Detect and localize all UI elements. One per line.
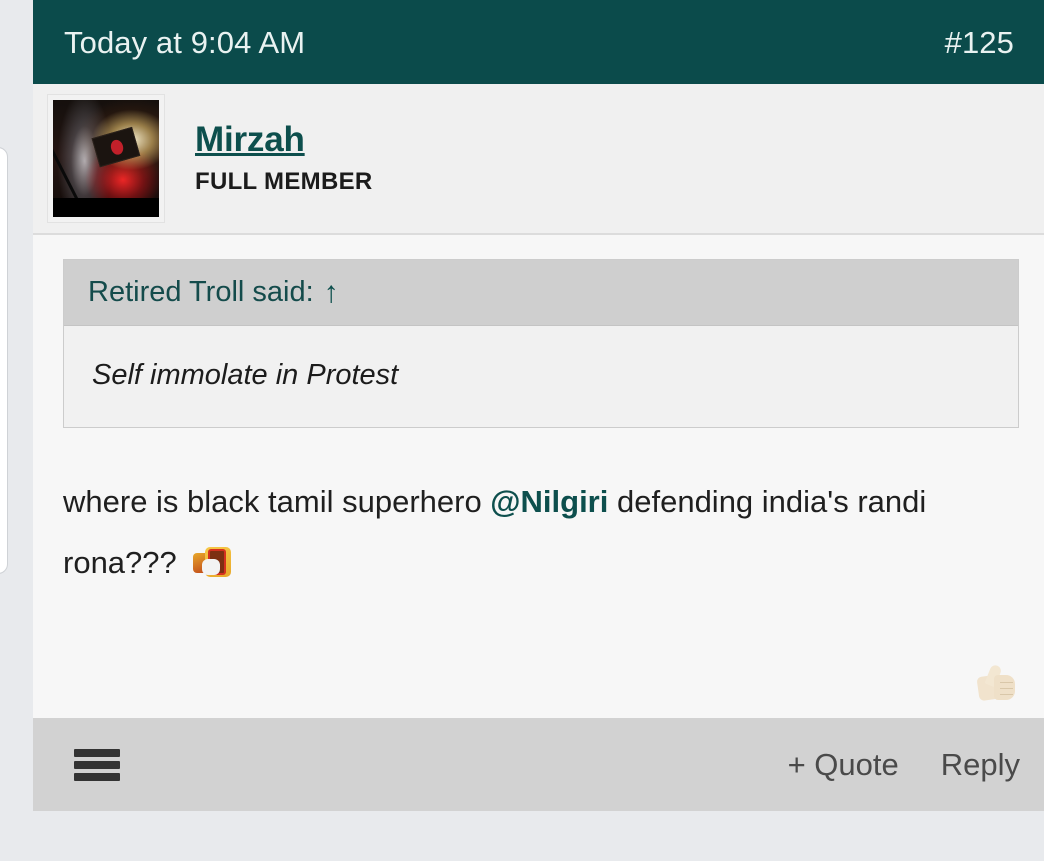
message-text: where is black tamil superhero @Nilgiri … xyxy=(63,472,988,593)
reactions-row[interactable] xyxy=(974,662,1020,708)
previous-post-card-edge xyxy=(0,147,8,574)
post-body: Retired Troll said: ↑ Self immolate in P… xyxy=(33,235,1044,718)
author-user-title: FULL MEMBER xyxy=(195,167,373,195)
author-username-link[interactable]: Mirzah xyxy=(195,121,373,160)
mention-link-nilgiri[interactable]: @Nilgiri xyxy=(490,484,608,519)
flag-pole-shape xyxy=(53,134,79,201)
rofl-lol-emoji xyxy=(193,546,232,579)
post-footer: + Quote Reply xyxy=(33,718,1044,811)
quote-author-label: Retired Troll said: xyxy=(88,276,314,308)
user-meta: Mirzah FULL MEMBER xyxy=(195,121,373,196)
quote-button[interactable]: + Quote xyxy=(788,747,899,783)
footer-actions: + Quote Reply xyxy=(788,747,1020,783)
post-user-info: Mirzah FULL MEMBER xyxy=(33,84,1044,235)
quote-text: Self immolate in Protest xyxy=(92,359,399,392)
post-timestamp[interactable]: Today at 9:04 AM xyxy=(64,27,305,58)
reply-button[interactable]: Reply xyxy=(941,747,1020,783)
crowd-silhouette-shape xyxy=(53,198,159,217)
post-number[interactable]: #125 xyxy=(945,27,1014,58)
avatar[interactable] xyxy=(47,94,165,223)
arrow-up-icon[interactable]: ↑ xyxy=(324,277,339,308)
thumbs-up-emoji[interactable] xyxy=(974,662,1020,708)
bangladesh-flag-shape xyxy=(92,126,142,168)
quote-block: Retired Troll said: ↑ Self immolate in P… xyxy=(63,259,1019,429)
avatar-image xyxy=(53,100,159,217)
hamburger-menu-icon[interactable] xyxy=(74,748,120,781)
quote-attribution[interactable]: Retired Troll said: ↑ xyxy=(64,260,1018,327)
message-text-part1: where is black tamil superhero xyxy=(63,484,491,520)
post-card: Today at 9:04 AM #125 Mirzah FULL MEMBER… xyxy=(33,0,1044,811)
post-header: Today at 9:04 AM #125 xyxy=(33,0,1044,84)
